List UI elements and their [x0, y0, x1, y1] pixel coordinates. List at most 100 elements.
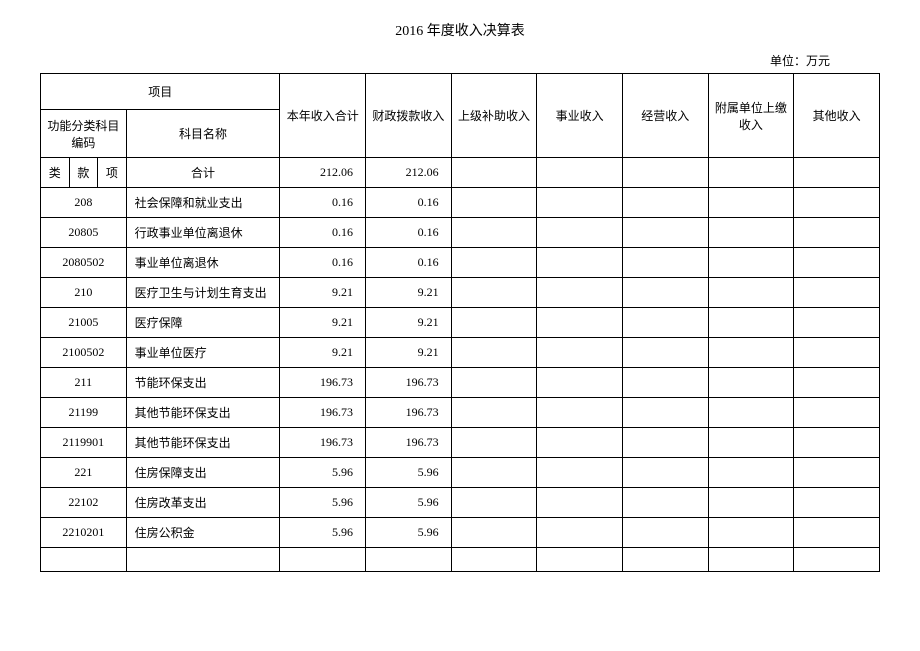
- cell-other: [794, 398, 880, 428]
- cell-superior: [451, 458, 537, 488]
- cell-affiliated: [708, 188, 794, 218]
- cell-code: 22102: [41, 488, 127, 518]
- cell-code: 210: [41, 278, 127, 308]
- cell-other: [794, 188, 880, 218]
- cell-lei: 类: [41, 158, 70, 188]
- cell-operating: [622, 278, 708, 308]
- cell-operating: [622, 488, 708, 518]
- cell-name: [126, 548, 280, 572]
- cell-other: [794, 308, 880, 338]
- cell-income-total: 9.21: [280, 278, 366, 308]
- cell-affiliated: [708, 548, 794, 572]
- cell-fiscal: 9.21: [366, 278, 452, 308]
- header-affiliated: 附属单位上缴收入: [708, 74, 794, 158]
- cell-income-total: 0.16: [280, 218, 366, 248]
- cell-other: [794, 488, 880, 518]
- cell-name: 医疗卫生与计划生育支出: [126, 278, 280, 308]
- cell-fiscal: [366, 548, 452, 572]
- cell-business: [537, 548, 623, 572]
- cell-business: [537, 368, 623, 398]
- cell-superior: [451, 518, 537, 548]
- table-row: 20805行政事业单位离退休0.160.16: [41, 218, 880, 248]
- cell-operating: [622, 518, 708, 548]
- cell-operating: [622, 218, 708, 248]
- header-project: 项目: [41, 74, 280, 110]
- page-title: 2016 年度收入决算表: [40, 20, 880, 40]
- table-row: 221住房保障支出5.965.96: [41, 458, 880, 488]
- cell-name: 其他节能环保支出: [126, 428, 280, 458]
- cell-business: [537, 458, 623, 488]
- cell-name: 节能环保支出: [126, 368, 280, 398]
- cell-fiscal: 5.96: [366, 518, 452, 548]
- cell-affiliated: [708, 158, 794, 188]
- cell-operating: [622, 248, 708, 278]
- cell-name: 医疗保障: [126, 308, 280, 338]
- cell-code: 211: [41, 368, 127, 398]
- cell-code: 21005: [41, 308, 127, 338]
- cell-superior: [451, 488, 537, 518]
- cell-superior: [451, 398, 537, 428]
- cell-fiscal: 5.96: [366, 488, 452, 518]
- cell-business: [537, 518, 623, 548]
- cell-affiliated: [708, 398, 794, 428]
- unit-label: 单位：万元: [40, 52, 880, 69]
- cell-income-total: 196.73: [280, 428, 366, 458]
- header-fiscal: 财政拨款收入: [366, 74, 452, 158]
- cell-code: 208: [41, 188, 127, 218]
- cell-income-total: 9.21: [280, 338, 366, 368]
- cell-name: 住房改革支出: [126, 488, 280, 518]
- cell-operating: [622, 338, 708, 368]
- income-table: 项目 本年收入合计 财政拨款收入 上级补助收入 事业收入 经营收入 附属单位上缴…: [40, 73, 880, 572]
- cell-other: [794, 548, 880, 572]
- header-subject-name: 科目名称: [126, 110, 280, 158]
- cell-superior: [451, 218, 537, 248]
- header-business: 事业收入: [537, 74, 623, 158]
- cell-other: [794, 518, 880, 548]
- cell-code: 21199: [41, 398, 127, 428]
- cell-code: 2119901: [41, 428, 127, 458]
- table-row: 2080502事业单位离退休0.160.16: [41, 248, 880, 278]
- cell-xiang: 项: [98, 158, 127, 188]
- cell-other: [794, 158, 880, 188]
- header-operating: 经营收入: [622, 74, 708, 158]
- cell-affiliated: [708, 518, 794, 548]
- header-superior: 上级补助收入: [451, 74, 537, 158]
- cell-superior: [451, 428, 537, 458]
- cell-other: [794, 428, 880, 458]
- cell-superior: [451, 368, 537, 398]
- table-row: 22102住房改革支出5.965.96: [41, 488, 880, 518]
- cell-operating: [622, 548, 708, 572]
- cell-code: 20805: [41, 218, 127, 248]
- cell-operating: [622, 158, 708, 188]
- cell-other: [794, 458, 880, 488]
- table-row: 210医疗卫生与计划生育支出9.219.21: [41, 278, 880, 308]
- table-row: 211节能环保支出196.73196.73: [41, 368, 880, 398]
- cell-income-total: 0.16: [280, 248, 366, 278]
- cell-business: [537, 188, 623, 218]
- cell-operating: [622, 308, 708, 338]
- cell-income-total: 196.73: [280, 398, 366, 428]
- cell-code: 2210201: [41, 518, 127, 548]
- cell-fiscal: 9.21: [366, 308, 452, 338]
- table-row: 208社会保障和就业支出0.160.16: [41, 188, 880, 218]
- cell-income-total: 5.96: [280, 518, 366, 548]
- cell-superior: [451, 338, 537, 368]
- cell-name: 其他节能环保支出: [126, 398, 280, 428]
- cell-superior: [451, 248, 537, 278]
- cell-income-total: 0.16: [280, 188, 366, 218]
- header-income-total: 本年收入合计: [280, 74, 366, 158]
- cell-affiliated: [708, 278, 794, 308]
- cell-kuan: 款: [69, 158, 98, 188]
- cell-operating: [622, 368, 708, 398]
- cell-operating: [622, 458, 708, 488]
- cell-other: [794, 368, 880, 398]
- cell-income-total: 212.06: [280, 158, 366, 188]
- cell-business: [537, 248, 623, 278]
- cell-code: 2080502: [41, 248, 127, 278]
- cell-operating: [622, 188, 708, 218]
- cell-affiliated: [708, 488, 794, 518]
- cell-income-total: 196.73: [280, 368, 366, 398]
- cell-operating: [622, 398, 708, 428]
- cell-affiliated: [708, 308, 794, 338]
- cell-superior: [451, 308, 537, 338]
